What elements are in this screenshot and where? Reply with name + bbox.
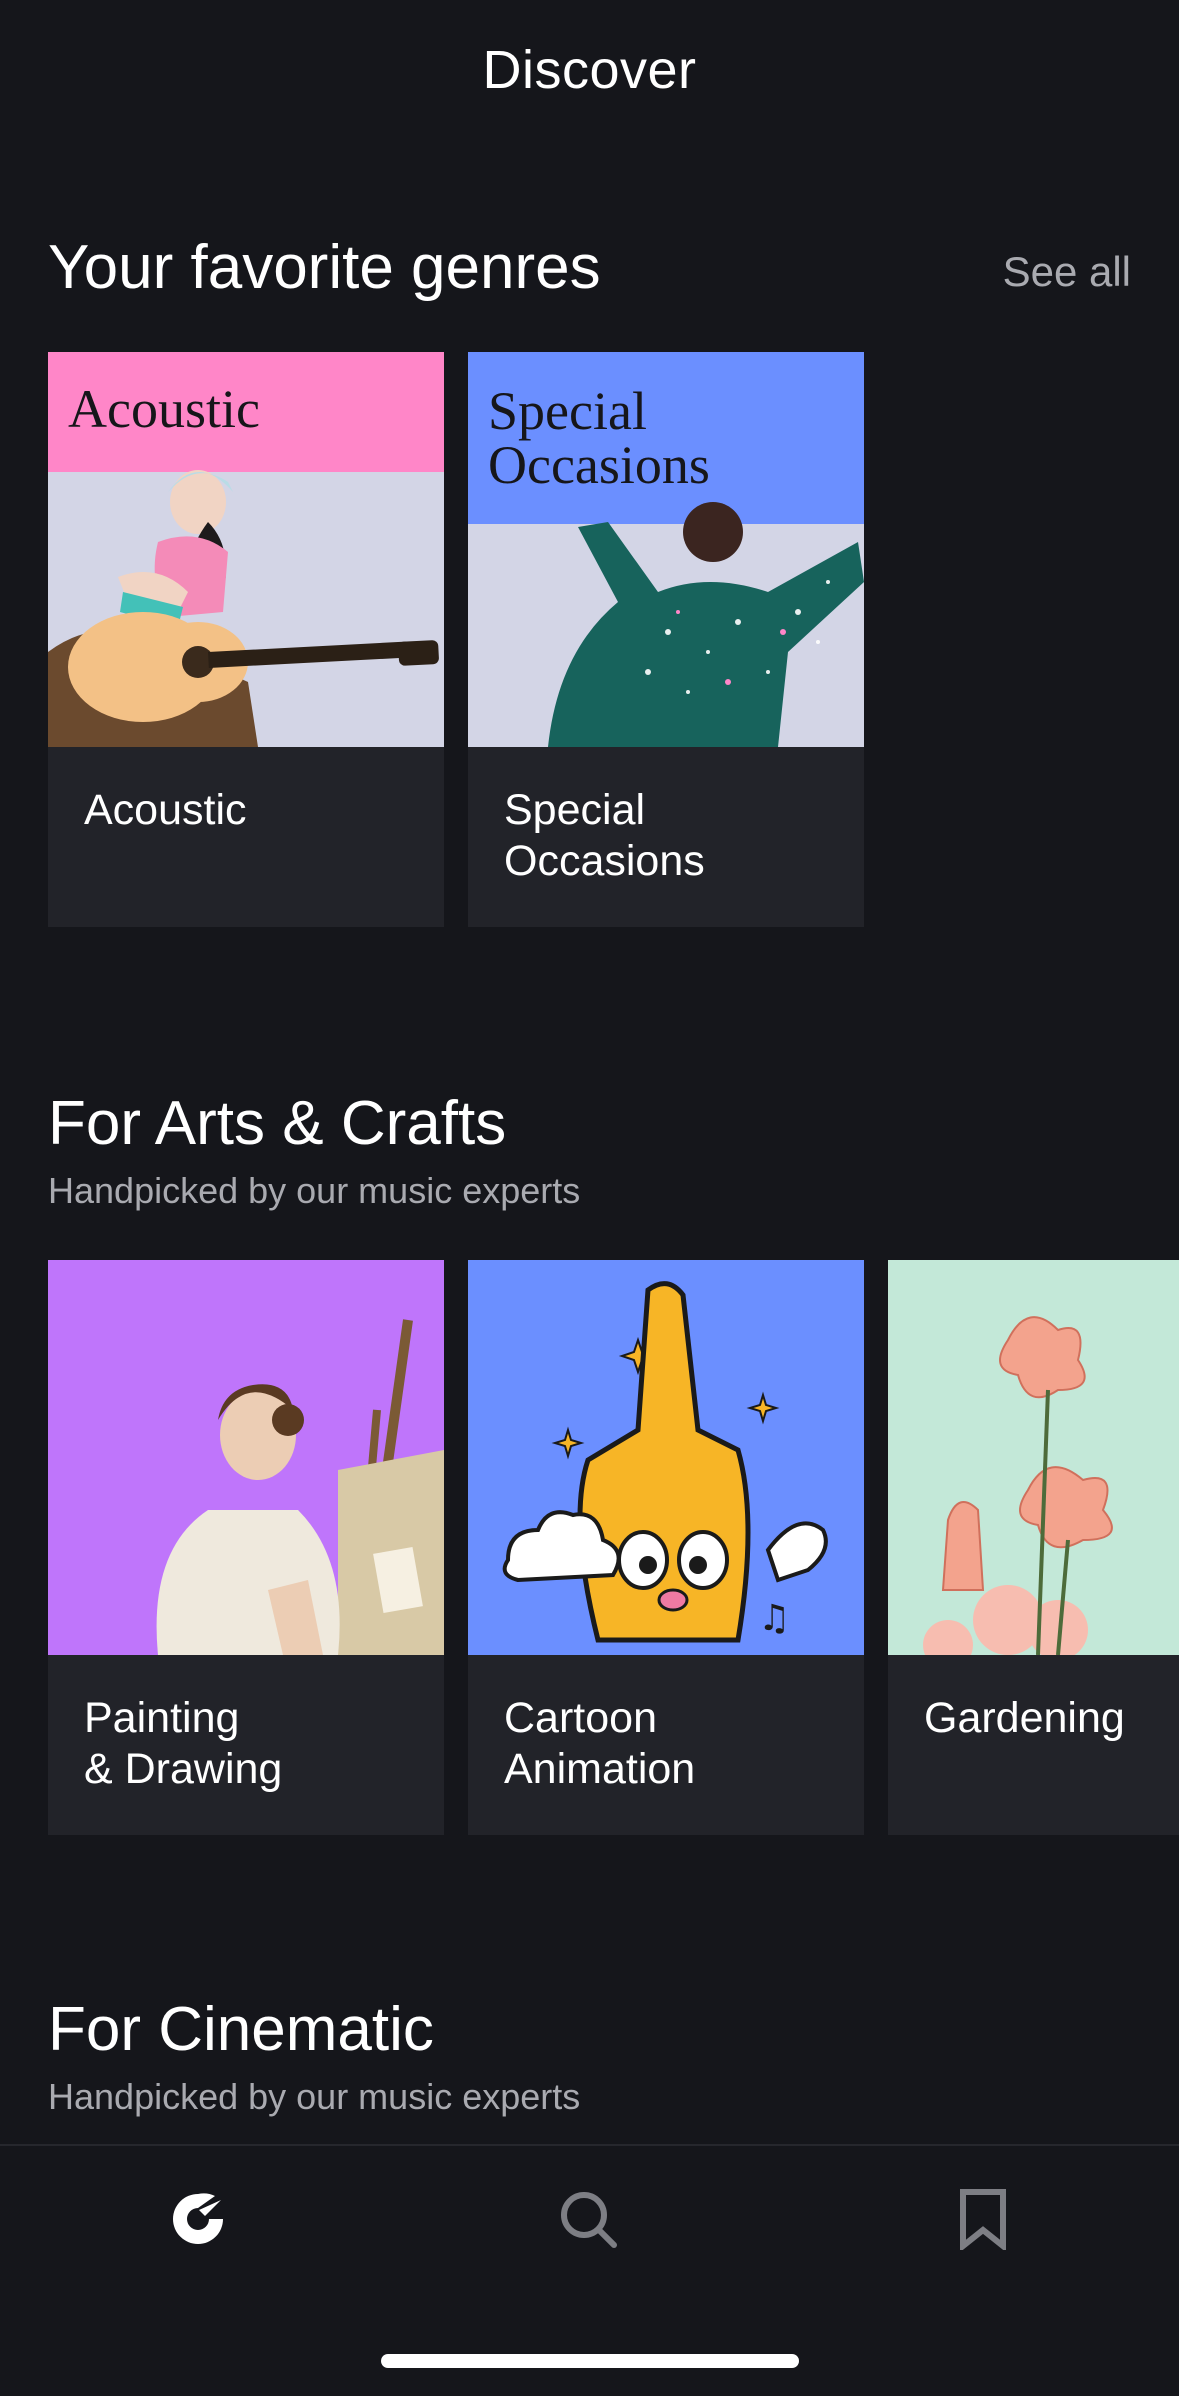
card-label: Gardening xyxy=(924,1694,1125,1742)
painting-artwork xyxy=(48,1260,444,1655)
section-subtitle: Handpicked by our music experts xyxy=(48,2076,581,2117)
section-title: For Cinematic xyxy=(48,1995,434,2064)
favorite-genres-section: Your favorite genres See all Acoustic Ac… xyxy=(0,220,1179,940)
tab-discover[interactable] xyxy=(138,2174,258,2264)
section-title: For Arts & Crafts xyxy=(48,1089,507,1158)
see-all-link[interactable]: See all xyxy=(1003,248,1131,296)
playlist-card-cartoon-animation[interactable]: ♫ Cartoon Animation xyxy=(468,1260,864,1835)
page-title: Discover xyxy=(482,40,697,100)
tab-search[interactable] xyxy=(528,2174,648,2264)
card-footer: Gardening xyxy=(888,1655,1179,1835)
arts-crafts-section: For Arts & Crafts Handpicked by our musi… xyxy=(0,1080,1179,1860)
card-footer: Cartoon Animation xyxy=(468,1655,864,1835)
card-label: Painting & Drawing xyxy=(84,1694,283,1793)
foam-finger-character-illustration: ♫ xyxy=(468,1260,864,1655)
genre-card-acoustic[interactable]: Acoustic Acoustic xyxy=(48,352,444,927)
section-title: Your favorite genres xyxy=(48,233,601,302)
arts-crafts-row: Painting & Drawing ♫ Cartoon Animation G… xyxy=(48,1260,1179,1835)
header: Discover xyxy=(0,0,1179,140)
card-label: Acoustic xyxy=(84,786,247,834)
special-occasions-banner-text: Special Occasions xyxy=(488,381,710,495)
cinematic-section: For Cinematic Handpicked by our music ex… xyxy=(0,1990,1179,2140)
logo-icon xyxy=(173,2193,223,2244)
painter-woman-illustration xyxy=(48,1260,444,1655)
card-footer: Acoustic xyxy=(48,747,444,927)
search-icon xyxy=(561,2192,617,2248)
tab-saved[interactable] xyxy=(923,2174,1043,2264)
cartoon-artwork: ♫ xyxy=(468,1260,864,1655)
home-indicator xyxy=(381,2354,799,2368)
special-occasions-artwork: Special Occasions xyxy=(468,352,864,747)
card-label: Special Occasions xyxy=(504,786,705,885)
playlist-card-painting-drawing[interactable]: Painting & Drawing xyxy=(48,1260,444,1835)
flowers-illustration xyxy=(888,1260,1179,1655)
card-footer: Special Occasions xyxy=(468,747,864,927)
discover-screen: Discover Your favorite genres See all Ac… xyxy=(0,0,1179,2396)
svg-text:♫: ♫ xyxy=(758,1598,790,1639)
section-subtitle: Handpicked by our music experts xyxy=(48,1170,581,1211)
card-label: Cartoon Animation xyxy=(504,1694,696,1793)
bookmark-icon xyxy=(960,2189,1006,2250)
acoustic-artwork: Acoustic xyxy=(48,352,444,747)
playlist-card-gardening[interactable]: Gardening xyxy=(888,1260,1179,1835)
card-footer: Painting & Drawing xyxy=(48,1655,444,1835)
acoustic-banner-text: Acoustic xyxy=(68,379,260,439)
genres-row: Acoustic Acoustic Special Occasions Spec… xyxy=(48,352,864,927)
genre-card-special-occasions[interactable]: Special Occasions Special Occasions xyxy=(468,352,864,927)
gardening-artwork xyxy=(888,1260,1179,1655)
